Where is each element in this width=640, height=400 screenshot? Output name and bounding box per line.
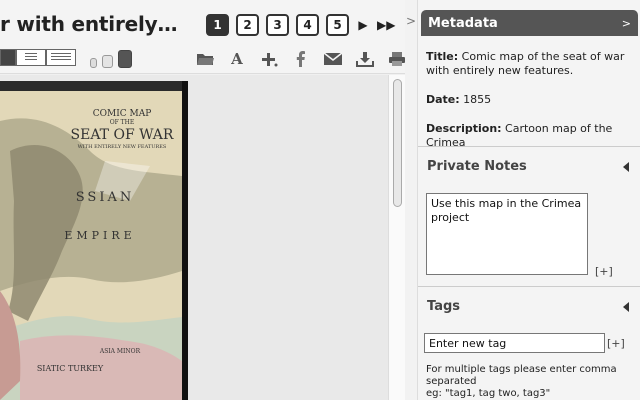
metadata-header[interactable]: Metadata >	[421, 10, 638, 36]
private-notes-title[interactable]: Private Notes	[427, 159, 527, 174]
map-title-line3: SEAT OF WAR	[71, 127, 174, 143]
page-button-2[interactable]: 2	[236, 14, 259, 36]
description-label: Description:	[426, 122, 502, 135]
page-button-5[interactable]: 5	[326, 14, 349, 36]
app-window: r with entirely… 1 2 3 4 5 ▶ ▶▶ A COMIC …	[0, 0, 640, 400]
tags-help: For multiple tags please enter comma sep…	[426, 364, 632, 400]
tags-help-line2: eg: "tag1, tag two, tag3"	[426, 388, 551, 399]
text-view-icon	[51, 53, 71, 62]
facebook-icon[interactable]	[289, 49, 313, 69]
viewer-header: r with entirely… 1 2 3 4 5 ▶ ▶▶	[0, 0, 405, 44]
add-note-button[interactable]: [+]	[595, 265, 613, 278]
zoom-large-button[interactable]	[118, 50, 132, 68]
date-label: Date:	[426, 93, 460, 106]
private-notes-collapse-icon[interactable]	[623, 162, 629, 172]
private-notes-textarea[interactable]: Use this map in the Crimea project	[426, 193, 588, 275]
tool-icons: A	[193, 49, 409, 69]
email-icon[interactable]	[321, 49, 345, 69]
next-page-icon[interactable]: ▶	[356, 18, 370, 32]
viewer-toolbar: A	[0, 44, 405, 74]
page-button-3[interactable]: 3	[266, 14, 289, 36]
zoom-small-button[interactable]	[90, 58, 97, 68]
font-icon[interactable]: A	[225, 49, 249, 69]
document-title: r with entirely…	[0, 12, 178, 36]
scrollbar-thumb[interactable]	[393, 79, 402, 207]
zoom-controls	[90, 50, 132, 68]
map-label-minor: ASIA MINOR	[99, 348, 141, 355]
vertical-scrollbar[interactable]	[388, 75, 405, 400]
download-icon[interactable]	[353, 49, 377, 69]
add-tag-button[interactable]: [+]	[607, 337, 625, 350]
page-button-4[interactable]: 4	[296, 14, 319, 36]
page-button-1[interactable]: 1	[206, 14, 229, 36]
map-title-line4: WITH ENTIRELY NEW FEATURES	[78, 144, 167, 150]
page-canvas[interactable]: COMIC MAP OF THE SEAT OF WAR WITH ENTIRE…	[0, 75, 388, 400]
new-tag-input[interactable]	[424, 333, 605, 353]
list-view-button[interactable]	[16, 49, 46, 66]
text-view-button[interactable]	[46, 49, 76, 66]
metadata-collapse-icon[interactable]: >	[622, 17, 631, 30]
add-icon[interactable]	[257, 49, 281, 69]
list-view-icon	[25, 53, 37, 62]
tags-help-line1: For multiple tags please enter comma sep…	[426, 364, 617, 387]
map-title-line1: COMIC MAP	[93, 109, 152, 119]
map-title-line2: OF THE	[110, 119, 135, 126]
collapse-panel-icon[interactable]: >	[406, 14, 416, 28]
print-icon[interactable]	[385, 49, 409, 69]
map-label-russian: SSIAN	[76, 190, 134, 205]
map-image: COMIC MAP OF THE SEAT OF WAR WITH ENTIRE…	[0, 81, 188, 400]
tags-title[interactable]: Tags	[427, 299, 460, 314]
zoom-medium-button[interactable]	[102, 55, 113, 68]
title-label: Title:	[426, 50, 459, 63]
document-viewer: r with entirely… 1 2 3 4 5 ▶ ▶▶ A COMIC …	[0, 0, 405, 400]
view-mode-group	[0, 49, 76, 66]
folder-icon[interactable]	[193, 49, 217, 69]
map-label-empire: EMPIRE	[64, 229, 135, 242]
metadata-title: Metadata	[428, 15, 498, 31]
last-page-icon[interactable]: ▶▶	[377, 18, 395, 32]
date-field: Date: 1855	[426, 93, 636, 107]
single-view-button[interactable]	[0, 49, 16, 66]
map-label-turkey: SIATIC TURKEY	[37, 364, 104, 373]
tags-collapse-icon[interactable]	[623, 302, 629, 312]
date-value: 1855	[463, 93, 492, 106]
page-navigation: 1 2 3 4 5 ▶ ▶▶	[206, 14, 395, 36]
title-field: Title: Comic map of the seat of war with…	[426, 50, 636, 78]
